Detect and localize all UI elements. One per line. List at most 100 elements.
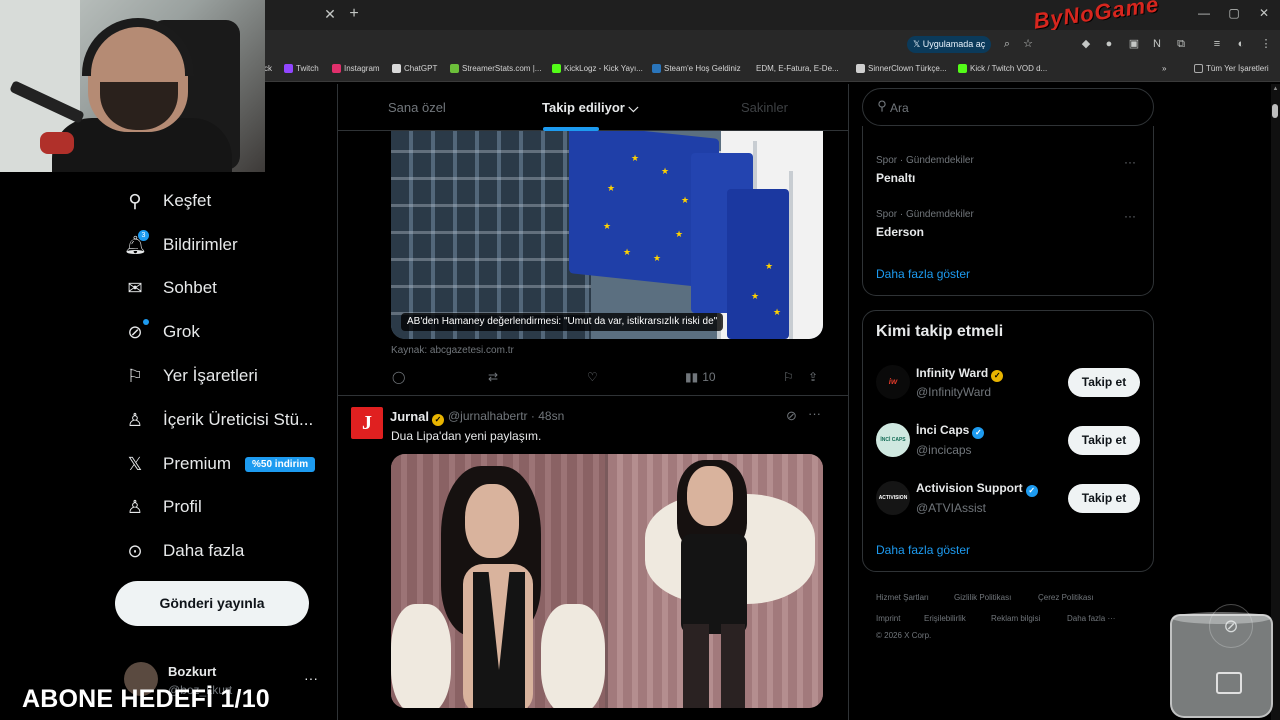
star-icon: ★: [675, 229, 684, 239]
zoom-icon[interactable]: ⌕: [999, 36, 1015, 52]
more-icon[interactable]: ···: [1124, 155, 1136, 169]
avatar[interactable]: iw: [876, 365, 910, 399]
scroll-up-icon[interactable]: ▲: [1271, 86, 1280, 94]
bookmark[interactable]: Kick / Twitch VOD d...: [958, 64, 1047, 73]
microphone-icon: [40, 132, 74, 154]
tab-following[interactable]: Takip ediliyor ⌵: [542, 100, 638, 116]
profile-icon[interactable]: ◐: [1233, 36, 1249, 52]
maximize-icon[interactable]: ▢: [1226, 6, 1242, 20]
star-icon: ★: [751, 291, 760, 301]
nav-explore[interactable]: ⚲ Keşfet: [124, 186, 211, 216]
bookmark[interactable]: Twitch: [284, 64, 319, 73]
link-source[interactable]: Kaynak: abcgazetesi.com.tr: [391, 345, 514, 356]
minimize-icon[interactable]: —: [1196, 6, 1212, 20]
extension-icon[interactable]: ●: [1101, 36, 1117, 52]
tab-following-label: Takip ediliyor: [542, 100, 625, 115]
post-time[interactable]: 48sn: [538, 409, 564, 423]
suggested-account-name[interactable]: Activision Support ✓: [916, 481, 1038, 497]
tab-residents[interactable]: Sakinler: [741, 100, 788, 115]
star-icon[interactable]: ☆: [1020, 36, 1036, 52]
post-button[interactable]: Gönderi yayınla: [115, 581, 309, 626]
more-icon[interactable]: ···: [808, 406, 821, 421]
twitch-icon: [284, 64, 293, 73]
menu-icon[interactable]: ⋮: [1258, 36, 1274, 52]
avatar[interactable]: J: [351, 407, 383, 439]
bookmark-button[interactable]: ⚐: [783, 369, 794, 385]
suggested-account-name[interactable]: Infinity Ward ✓: [916, 366, 1004, 382]
bookmark[interactable]: SinnerClown Türkçe...: [856, 64, 947, 73]
footer-link-ads-info[interactable]: Reklam bilgisi: [991, 614, 1040, 623]
photo-fur: [541, 604, 605, 708]
follow-button[interactable]: Takip et: [1068, 426, 1140, 455]
bookmark[interactable]: KickLogz - Kick Yayı...: [552, 64, 643, 73]
suggested-account-name[interactable]: İnci Caps ✓: [916, 423, 985, 439]
nav-grok[interactable]: ⊘ Grok: [124, 317, 200, 347]
nav-more[interactable]: ⊙ Daha fazla: [124, 536, 244, 566]
avatar[interactable]: ACTIVISION: [876, 481, 910, 515]
extension-icon[interactable]: ▣: [1126, 36, 1142, 52]
steam-icon: [652, 64, 661, 73]
trends-show-more-link[interactable]: Daha fazla göster: [876, 267, 970, 281]
nav-creator-studio[interactable]: ♙ İçerik Üreticisi Stü...: [124, 405, 313, 435]
close-window-icon[interactable]: ✕: [1256, 6, 1272, 20]
new-tab-icon[interactable]: +: [345, 5, 363, 23]
photo-dress: [681, 534, 747, 634]
views-icon: ▮▮: [685, 370, 699, 384]
bookmark[interactable]: EDM, E-Fatura, E-De...: [756, 64, 839, 73]
author-name[interactable]: Jurnal ✓: [390, 409, 445, 426]
footer-link-accessibility[interactable]: Erişilebilirlik: [924, 614, 966, 623]
bookmark[interactable]: Steam'e Hoş Geldiniz: [652, 64, 741, 73]
share-button[interactable]: ⇪: [808, 369, 818, 385]
tab-close-icon[interactable]: ✕: [322, 6, 338, 22]
footer-link-imprint[interactable]: Imprint: [876, 614, 900, 623]
follow-button[interactable]: Takip et: [1068, 484, 1140, 513]
views-button[interactable]: ▮▮ 10: [685, 369, 716, 385]
open-in-app-button[interactable]: 𝕏 Uygulamada aç: [907, 36, 992, 53]
tab-for-you[interactable]: Sana özel: [388, 100, 446, 115]
footer-link-terms[interactable]: Hizmet Şartları: [876, 593, 929, 602]
search-icon: ⚲: [877, 98, 887, 113]
photo-leg: [683, 624, 709, 708]
search-icon: ⚲: [128, 191, 142, 211]
messages-drawer-icon[interactable]: [1216, 672, 1242, 694]
bookmark[interactable]: StreamerStats.com |...: [450, 64, 541, 73]
glass-cup-overlay: [1170, 614, 1273, 718]
trend-category: Spor · Gündemdekiler: [876, 209, 974, 220]
post-image-eu-flags[interactable]: ★ ★ ★ ★ ★ ★ ★ ★ ★ ★ ★: [391, 131, 823, 339]
follow-button[interactable]: Takip et: [1068, 368, 1140, 397]
scrollbar-thumb[interactable]: [1272, 104, 1278, 118]
bookmark[interactable]: ChatGPT: [392, 64, 437, 73]
more-icon[interactable]: ···: [1124, 209, 1136, 223]
repost-button[interactable]: ⇄: [488, 369, 498, 385]
bookmarks-overflow-icon[interactable]: »: [1162, 64, 1166, 73]
bookmark[interactable]: Instagram: [332, 64, 380, 73]
nav-label: Profil: [163, 497, 202, 516]
extension-icon[interactable]: ◆: [1078, 36, 1094, 52]
all-bookmarks[interactable]: Tüm Yer İşaretleri: [1194, 64, 1269, 73]
nav-chat[interactable]: ✉ Sohbet: [124, 273, 216, 303]
like-button[interactable]: ♡: [587, 369, 598, 385]
reply-button[interactable]: ◯: [392, 369, 405, 385]
nav-notifications[interactable]: 🔔︎ 3 Bildirimler: [124, 230, 238, 260]
nav-premium[interactable]: 𝕏 Premium %50 indirim: [124, 449, 316, 479]
who-to-follow-show-more-link[interactable]: Daha fazla göster: [876, 543, 970, 557]
media-icon[interactable]: ≡: [1209, 36, 1225, 52]
trend-item[interactable]: Ederson: [876, 225, 924, 239]
chevron-down-icon: ⌵: [628, 100, 639, 115]
account-more-icon[interactable]: ···: [304, 670, 318, 686]
nav-profile[interactable]: ♙ Profil: [124, 492, 202, 522]
avatar[interactable]: İNCİ CAPS: [876, 423, 910, 457]
footer-link-cookies[interactable]: Çerez Politikası: [1038, 593, 1094, 602]
author-handle[interactable]: @jurnalhabertr: [448, 409, 528, 423]
grok-icon[interactable]: ⊘: [786, 408, 797, 424]
post-image-gallery[interactable]: [391, 454, 823, 708]
footer-link-privacy[interactable]: Gizlilik Politikası: [954, 593, 1011, 602]
suggested-account-name-text: İnci Caps: [916, 423, 970, 437]
nav-bookmarks[interactable]: ⚐ Yer İşaretleri: [124, 361, 258, 391]
puzzle-icon[interactable]: ⧉: [1173, 36, 1189, 52]
bookmark[interactable]: ck: [264, 64, 272, 73]
notion-icon[interactable]: N: [1149, 36, 1165, 52]
more-circle-icon: ⊙: [127, 541, 143, 561]
footer-link-more[interactable]: Daha fazla ···: [1067, 614, 1115, 623]
trend-item[interactable]: Penaltı: [876, 171, 915, 185]
